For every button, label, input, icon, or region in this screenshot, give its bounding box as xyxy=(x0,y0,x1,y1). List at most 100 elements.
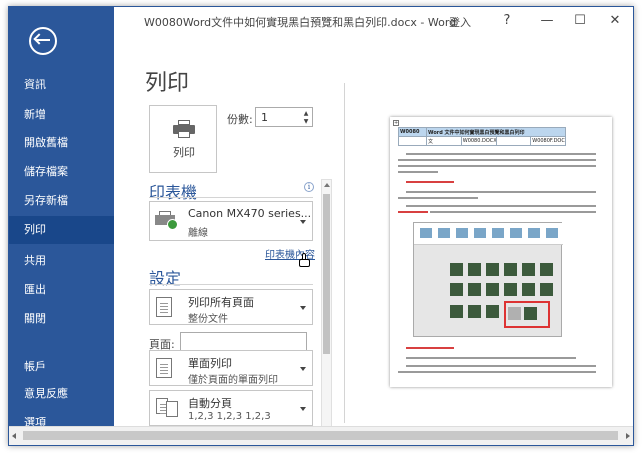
sidebar-item-open[interactable]: 開啟舊檔 xyxy=(9,129,114,157)
sidebar-item-save[interactable]: 儲存檔案 xyxy=(9,158,114,186)
sidebar-item-close[interactable]: 關閉 xyxy=(9,305,114,333)
chevron-down-icon xyxy=(300,220,306,224)
thumbnail-image xyxy=(540,283,553,296)
print-button[interactable]: 列印 xyxy=(149,105,217,173)
section-divider xyxy=(149,197,313,198)
preview-table-cell: 文 xyxy=(426,136,462,146)
document-title: W0080Word文件中如何實現黑白預覽和黑白列印.docx - Word xyxy=(144,16,457,29)
preview-text-line xyxy=(406,191,596,193)
preview-text-line xyxy=(398,159,596,161)
chevron-down-icon xyxy=(300,367,306,371)
maximize-button[interactable]: ☐ xyxy=(569,11,591,31)
preview-divider xyxy=(344,83,345,423)
scroll-thumb[interactable] xyxy=(23,431,618,440)
ribbon-icon xyxy=(456,228,468,238)
section-divider xyxy=(149,284,313,285)
chevron-down-icon xyxy=(300,306,306,310)
preview-table-cell: W0080 xyxy=(398,127,427,137)
single-sided-icon xyxy=(156,358,172,378)
thumbnail-image xyxy=(450,283,463,296)
preview-screenshot xyxy=(413,222,563,337)
back-arrow-icon[interactable] xyxy=(29,27,57,55)
horizontal-scrollbar[interactable] xyxy=(9,426,633,445)
close-button[interactable]: ✕ xyxy=(604,11,626,31)
backstage-sidebar: 資訊 新增 開啟舊檔 儲存檔案 另存新檔 列印 共用 匯出 關閉 帳戶 意見反應… xyxy=(9,7,114,445)
help-button[interactable]: ? xyxy=(496,11,518,31)
ribbon-icon xyxy=(546,228,558,238)
ribbon-icon xyxy=(438,228,450,238)
preview-ribbon xyxy=(414,223,563,245)
copies-label: 份數: xyxy=(227,113,253,126)
sidebar-item-info[interactable]: 資訊 xyxy=(9,71,114,99)
thumbnail-image xyxy=(468,263,481,276)
copies-value: 1 xyxy=(261,111,268,124)
pages-input[interactable] xyxy=(180,332,307,352)
scroll-left-icon[interactable] xyxy=(12,433,16,439)
document-icon xyxy=(156,297,172,317)
preview-text-line xyxy=(430,211,596,213)
settings-scrollbar[interactable] xyxy=(321,179,332,429)
preview-table-cell: W0080F.DOCX xyxy=(530,136,566,146)
scroll-right-icon[interactable] xyxy=(626,433,630,439)
title-bar: W0080Word文件中如何實現黑白預覽和黑白列印.docx - Word 登入… xyxy=(114,7,633,35)
thumbnail-image xyxy=(522,283,535,296)
sidebar-item-account[interactable]: 帳戶 xyxy=(9,353,114,381)
preview-table-cell xyxy=(495,136,532,146)
sidebar-item-new[interactable]: 新增 xyxy=(9,101,114,129)
sidebar-item-export[interactable]: 匯出 xyxy=(9,276,114,304)
printer-dropdown[interactable]: Canon MX470 series... 離線 xyxy=(149,201,313,241)
print-scope-dropdown[interactable]: 列印所有頁面 整份文件 xyxy=(149,289,313,325)
sides-main: 單面列印 xyxy=(188,357,232,370)
printer-section-title: 印表機 xyxy=(149,183,198,202)
thumbnail-image xyxy=(540,263,553,276)
ribbon-icon xyxy=(492,228,504,238)
preview-highlight-line xyxy=(398,211,428,213)
sidebar-item-save-as[interactable]: 另存新檔 xyxy=(9,187,114,215)
settings-section-title: 設定 xyxy=(149,269,182,288)
sidebar-item-share[interactable]: 共用 xyxy=(9,247,114,275)
print-scope-sub: 整份文件 xyxy=(188,314,228,325)
sign-in-link[interactable]: 登入 xyxy=(449,14,471,30)
thumbnail-image xyxy=(504,263,517,276)
table-anchor-icon: + xyxy=(393,120,399,126)
thumbnail-image xyxy=(486,263,499,276)
thumbnail-image xyxy=(504,283,517,296)
sides-sub: 僅於頁面的單面列印 xyxy=(188,375,278,386)
preview-table-cell: W0080.DOCX xyxy=(460,136,497,146)
printer-status: 離線 xyxy=(188,228,208,239)
spin-down-icon[interactable]: ▼ xyxy=(300,117,312,126)
print-preview-page: + W0080 Word 文件中如何實現黑白預覽和黑白列印 文 W0080.DO… xyxy=(390,117,612,387)
preview-table-cell xyxy=(398,136,427,146)
collate-main: 自動分頁 xyxy=(188,397,232,410)
printer-icon xyxy=(173,120,195,138)
sidebar-item-feedback[interactable]: 意見反應 xyxy=(9,380,114,408)
printer-status-icon xyxy=(155,211,179,230)
minimize-button[interactable]: — xyxy=(536,11,558,31)
ribbon-icon xyxy=(420,228,432,238)
scroll-thumb[interactable] xyxy=(323,194,330,354)
thumbnail-image xyxy=(468,305,481,318)
preview-heading-line xyxy=(406,181,454,183)
thumbnail-image xyxy=(522,263,535,276)
sidebar-item-print[interactable]: 列印 xyxy=(9,216,114,244)
ribbon-icon xyxy=(528,228,540,238)
preview-text-line xyxy=(406,365,596,367)
ribbon-icon xyxy=(474,228,486,238)
collate-sub: 1,2,3 1,2,3 1,2,3 xyxy=(188,411,271,422)
thumbnail-image xyxy=(450,263,463,276)
hand-cursor-icon xyxy=(299,253,310,267)
sides-dropdown[interactable]: 單面列印 僅於頁面的單面列印 xyxy=(149,350,313,386)
preview-text-line xyxy=(398,371,596,373)
preview-text-line xyxy=(398,165,596,167)
preview-heading-line xyxy=(406,347,454,349)
highlight-box xyxy=(504,301,550,328)
word-window: 資訊 新增 開啟舊檔 儲存檔案 另存新檔 列印 共用 匯出 關閉 帳戶 意見反應… xyxy=(8,6,634,446)
copies-stepper[interactable]: 1 ▲ ▼ xyxy=(255,107,313,127)
collate-dropdown[interactable]: 自動分頁 1,2,3 1,2,3 1,2,3 xyxy=(149,390,313,426)
thumbnail-image xyxy=(468,283,481,296)
scroll-up-icon[interactable] xyxy=(324,183,330,187)
printer-name: Canon MX470 series... xyxy=(188,207,312,220)
preview-text-line xyxy=(398,197,478,199)
info-icon[interactable]: i xyxy=(304,182,314,192)
print-button-label: 列印 xyxy=(173,146,195,159)
